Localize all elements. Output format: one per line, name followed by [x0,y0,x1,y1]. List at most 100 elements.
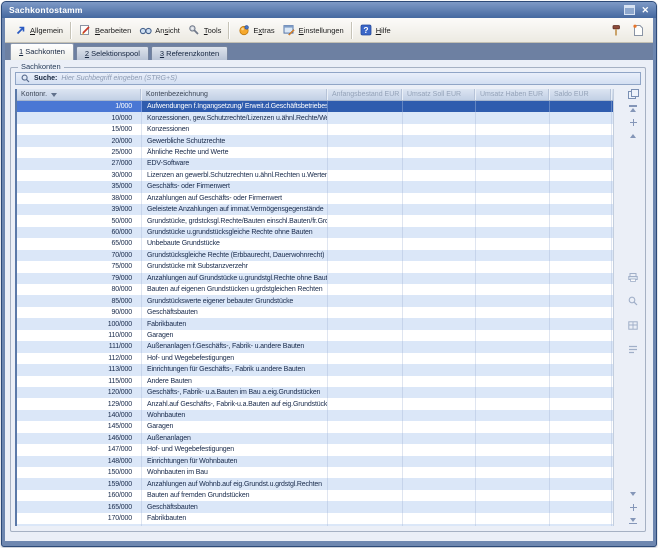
umsatz-soll-value [403,467,476,478]
restore-window-icon[interactable] [624,5,635,15]
table-row[interactable]: 25/000 Ähnliche Rechte und Werte [17,147,613,158]
account-name: Hof- und Wegebefestigungen [142,444,328,455]
table-row[interactable]: 110/000 Garagen [17,330,613,341]
account-name: Konzessionen [142,124,328,135]
table-row[interactable]: 75/000 Grundstücke mit Substanzverzehr [17,261,613,272]
anfangsbestand-value [328,524,403,526]
menu-label: Ansicht [155,26,180,35]
table-row[interactable]: 170/000 Fabrikbauten [17,513,613,524]
umsatz-soll-value [403,318,476,329]
anfangsbestand-value [328,330,403,341]
table-row[interactable]: 27/000 EDV-Software [17,158,613,169]
column-header-kontenbezeichnung[interactable]: Kontenbezeichnung [142,89,328,100]
column-header-umsatz-haben[interactable]: Umsatz Haben EUR [476,89,550,100]
table-row[interactable]: 129/000 Anzahl.auf Geschäfts-, Fabrik-u.… [17,398,613,409]
table-row[interactable]: 30/000 Lizenzen an gewerbl.Schutzrechten… [17,170,613,181]
table-row[interactable]: 35/000 Geschäfts- oder Firmenwert [17,181,613,192]
table-row[interactable]: 60/000 Grundstücke u.grundstücksgleiche … [17,227,613,238]
table-row[interactable]: 1/000 Aufwendungen f.Ingangsetzung/ Erwe… [17,101,613,112]
account-name: Hof- und Wegebefestigungen [142,353,328,364]
tab-sachkonten[interactable]: 1 Sachkonten [10,43,74,60]
scroll-to-last-button[interactable] [629,518,637,525]
table-row[interactable]: 147/000 Hof- und Wegebefestigungen [17,444,613,455]
table-row[interactable]: 160/000 Bauten auf fremden Grundstücken [17,490,613,501]
table-row[interactable]: 120/000 Geschäfts-, Fabrik- u.a.Bauten i… [17,387,613,398]
column-header-saldo[interactable]: Saldo EUR [550,89,612,100]
umsatz-haben-value [476,170,550,181]
saldo-value [550,112,612,123]
table-row[interactable]: 50/000 Grundstücke, grdstcksgl.Rechte/Ba… [17,215,613,226]
menu-allgemein[interactable]: Allgemein [10,22,67,39]
table-row[interactable]: 150/000 Wohnbauten im Bau [17,467,613,478]
scroll-line-down-button[interactable] [630,491,636,497]
scroll-page-up-button[interactable] [630,119,637,126]
anfangsbestand-value [328,284,403,295]
account-number: 27/000 [17,158,142,169]
notes-icon[interactable] [631,24,644,37]
table-row[interactable]: 15/000 Konzessionen [17,124,613,135]
table-row[interactable]: 38/000 Anzahlungen auf Geschäfts- oder F… [17,193,613,204]
menu-tools[interactable]: Tools [184,22,226,39]
menu-extras[interactable]: Extras [233,22,278,39]
table-row[interactable]: 111/000 Außenanlagen f.Geschäfts-, Fabri… [17,341,613,352]
table-row[interactable]: 165/000 Geschäftsbauten [17,501,613,512]
hammer-icon[interactable] [610,24,623,37]
column-header-umsatz-soll[interactable]: Umsatz Soll EUR [403,89,476,100]
tab-referenzkonten[interactable]: 3 Referenzkonten [151,46,228,60]
table-row[interactable]: 175/000 Garagen [17,524,613,526]
scroll-line-up-button[interactable] [630,133,636,139]
menu-hilfe[interactable]: ? Hilfe [356,22,395,39]
scroll-page-down-button[interactable] [630,504,637,511]
umsatz-soll-value [403,330,476,341]
umsatz-haben-value [476,158,550,169]
saldo-value [550,421,612,432]
account-name: Anzahl.auf Geschäfts-, Fabrik-u.a.Bauten… [142,398,328,409]
table-row[interactable]: 146/000 Außenanlagen [17,433,613,444]
account-number: 1/000 [17,101,142,112]
umsatz-haben-value [476,204,550,215]
saldo-value [550,376,612,387]
account-name: Fabrikbauten [142,513,328,524]
tab-selektionspool[interactable]: 2 Selektionspool [76,46,149,60]
menu-einstellungen[interactable]: Einstellungen [279,22,348,39]
table-row[interactable]: 80/000 Bauten auf eigenen Grundstücken u… [17,284,613,295]
umsatz-haben-value [476,364,550,375]
table-row[interactable]: 159/000 Anzahlungen auf Wohnb.auf eig.Gr… [17,478,613,489]
table-row[interactable]: 148/000 Einrichtungen für Wohnbauten [17,456,613,467]
umsatz-haben-value [476,353,550,364]
magnifier-icon[interactable] [628,293,638,311]
menu-bearbeiten[interactable]: Bearbeiten [75,22,135,39]
anfangsbestand-value [328,170,403,181]
table-row[interactable]: 112/000 Hof- und Wegebefestigungen [17,353,613,364]
umsatz-haben-value [476,135,550,146]
menu-ansicht[interactable]: Ansicht [135,22,184,39]
table-row[interactable]: 90/000 Geschäftsbauten [17,307,613,318]
table-row[interactable]: 145/000 Garagen [17,421,613,432]
list-icon[interactable] [628,341,638,359]
search-input[interactable]: Suche: Hier Suchbegriff eingeben (STRG+S… [15,72,641,85]
table-row[interactable]: 85/000 Grundstückswerte eigener bebauter… [17,295,613,306]
table-grid-icon[interactable] [628,317,638,335]
umsatz-soll-value [403,181,476,192]
close-window-icon[interactable]: ✕ [641,6,649,15]
table-row[interactable]: 20/000 Gewerbliche Schutzrechte [17,135,613,146]
table-row[interactable]: 113/000 Einrichtungen für Geschäfts-, Fa… [17,364,613,375]
search-icon [20,74,30,84]
account-name: Anzahlungen auf Geschäfts- oder Firmenwe… [142,193,328,204]
table-row[interactable]: 39/000 Geleistete Anzahlungen auf immat.… [17,204,613,215]
column-header-kontonr[interactable]: Kontonr. [17,89,142,100]
table-row[interactable]: 70/000 Grundstücksgleiche Rechte (Erbbau… [17,250,613,261]
table-row[interactable]: 140/000 Wohnbauten [17,410,613,421]
anfangsbestand-value [328,158,403,169]
table-row[interactable]: 10/000 Konzessionen, gew.Schutzrechte/Li… [17,112,613,123]
table-row[interactable]: 79/000 Anzahlungen auf Grundstücke u.gru… [17,273,613,284]
table-row[interactable]: 115/000 Andere Bauten [17,376,613,387]
table-row[interactable]: 100/000 Fabrikbauten [17,318,613,329]
search-placeholder: Hier Suchbegriff eingeben (STRG+S) [61,75,636,82]
column-chooser-icon[interactable] [628,89,639,99]
table-row[interactable]: 65/000 Unbebaute Grundstücke [17,238,613,249]
scroll-to-first-button[interactable] [629,105,637,112]
settings-icon [283,24,296,37]
printer-icon[interactable] [628,269,638,287]
column-header-anfangsbestand[interactable]: Anfangsbestand EUR [328,89,403,100]
